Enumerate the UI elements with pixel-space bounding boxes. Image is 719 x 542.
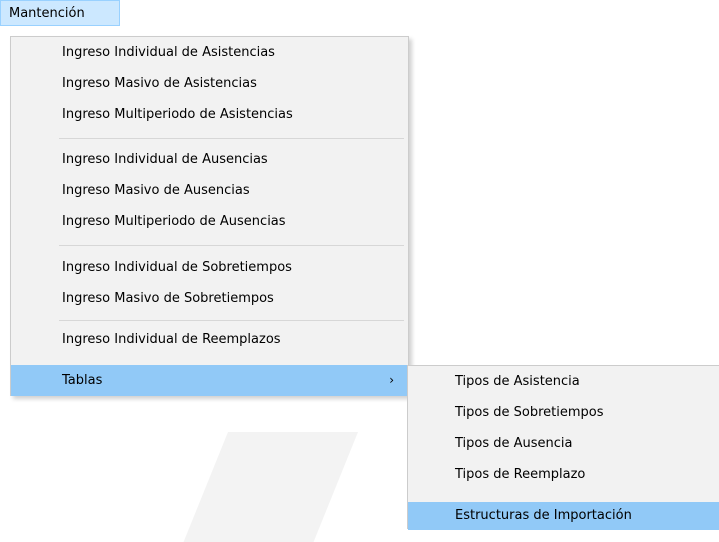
menu-separator [59,320,404,321]
submenu-item-tipos-sobretiempos[interactable]: Tipos de Sobretiempos [408,397,719,428]
menu-item-tablas[interactable]: Tablas › [11,365,408,396]
submenu-item-label: Tipos de Ausencia [455,436,573,451]
menu-item-label: Ingreso Individual de Ausencias [62,152,268,167]
menu-item-ingreso-masivo-asistencias[interactable]: Ingreso Masivo de Asistencias [11,68,408,99]
menu-item-ingreso-individual-reemplazos[interactable]: Ingreso Individual de Reemplazos [11,324,408,355]
tablas-submenu: Tipos de Asistencia Tipos de Sobretiempo… [407,365,719,530]
menu-item-ingreso-masivo-sobretiempos[interactable]: Ingreso Masivo de Sobretiempos [11,283,408,314]
menu-item-label: Ingreso Multiperiodo de Asistencias [62,107,293,122]
menu-item-label: Ingreso Masivo de Sobretiempos [62,291,274,306]
menu-separator [59,245,404,246]
submenu-item-label: Tipos de Asistencia [455,374,580,389]
submenu-item-label: Tipos de Reemplazo [455,467,586,482]
menu-item-ingreso-multiperiodo-ausencias[interactable]: Ingreso Multiperiodo de Ausencias [11,206,408,237]
menu-item-label: Ingreso Masivo de Ausencias [62,183,250,198]
menu-item-ingreso-masivo-ausencias[interactable]: Ingreso Masivo de Ausencias [11,175,408,206]
menu-item-label: Ingreso Multiperiodo de Ausencias [62,214,286,229]
menu-item-ingreso-individual-ausencias[interactable]: Ingreso Individual de Ausencias [11,144,408,175]
menubar-item-mantencion[interactable]: Mantención [0,0,120,26]
chevron-right-icon: › [389,373,394,387]
menu-item-label: Ingreso Individual de Sobretiempos [62,260,292,275]
menu-item-label: Ingreso Individual de Asistencias [62,45,275,60]
submenu-item-tipos-asistencia[interactable]: Tipos de Asistencia [408,366,719,397]
menu-item-label: Tablas [62,373,103,388]
menu-item-ingreso-individual-asistencias[interactable]: Ingreso Individual de Asistencias [11,37,408,68]
watermark-shape [183,432,358,542]
mantencion-dropdown-menu: Ingreso Individual de Asistencias Ingres… [10,36,409,396]
menu-item-ingreso-multiperiodo-asistencias[interactable]: Ingreso Multiperiodo de Asistencias [11,99,408,130]
submenu-item-estructuras-importacion[interactable]: Estructuras de Importación [408,502,719,530]
submenu-item-label: Estructuras de Importación [455,508,632,523]
menu-item-ingreso-individual-sobretiempos[interactable]: Ingreso Individual de Sobretiempos [11,252,408,283]
menu-item-label: Ingreso Individual de Reemplazos [62,332,281,347]
submenu-item-tipos-ausencia[interactable]: Tipos de Ausencia [408,428,719,459]
menu-item-label: Ingreso Masivo de Asistencias [62,76,257,91]
submenu-item-tipos-reemplazo[interactable]: Tipos de Reemplazo [408,459,719,490]
menu-separator [59,138,404,139]
menubar-item-label: Mantención [9,6,85,21]
submenu-item-label: Tipos de Sobretiempos [455,405,604,420]
